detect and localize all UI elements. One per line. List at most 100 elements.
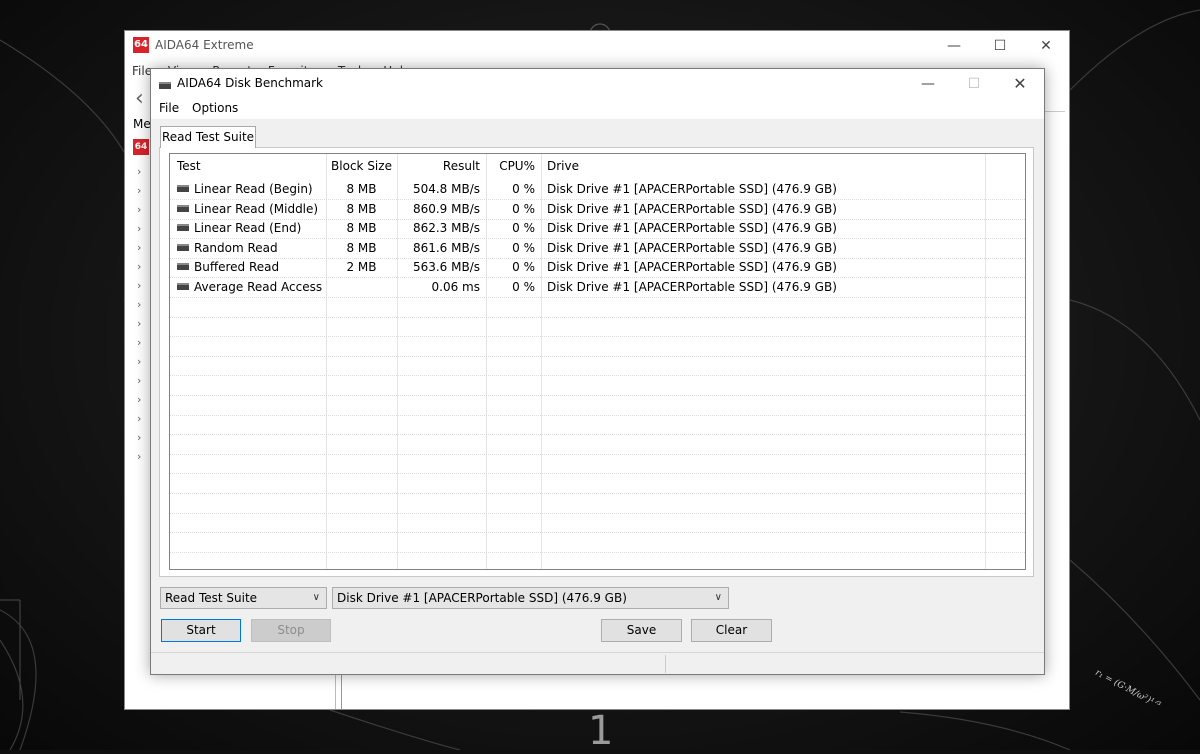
- row-block-size: 8 MB: [346, 201, 377, 216]
- row-result: 0.06 ms: [431, 280, 480, 294]
- column-header-cpu[interactable]: CPU%: [486, 154, 541, 179]
- bench-menu-options[interactable]: Options: [192, 101, 238, 115]
- test-suite-select-value: Read Test Suite: [165, 591, 258, 605]
- save-button[interactable]: Save: [601, 619, 682, 642]
- row-result: 504.8 MB/s: [412, 182, 480, 196]
- tree-expand-icon[interactable]: ›: [137, 393, 141, 406]
- tree-expand-icon[interactable]: ›: [137, 412, 141, 425]
- bench-window-title: AIDA64 Disk Benchmark: [177, 76, 324, 90]
- empty-row: [170, 356, 1025, 377]
- column-header-block-size[interactable]: Block Size: [326, 154, 397, 179]
- empty-row: [170, 513, 1025, 534]
- column-header-drive[interactable]: Drive: [541, 154, 985, 179]
- empty-row: [170, 337, 1025, 357]
- row-cpu: 0 %: [512, 221, 535, 236]
- status-separator: [665, 655, 666, 673]
- aida64-logo-icon: 64: [133, 37, 149, 53]
- results-table[interactable]: Test Block Size Result CPU% Drive Linear…: [169, 153, 1026, 570]
- table-row[interactable]: Linear Read (Begin) 8 MB 504.8 MB/s 0 % …: [170, 180, 1025, 200]
- main-window-title: AIDA64 Extreme: [155, 38, 254, 52]
- tree-expand-icon[interactable]: ›: [137, 317, 141, 330]
- row-result: 563.6 MB/s: [412, 260, 480, 275]
- tree-expand-icon[interactable]: ›: [137, 184, 141, 197]
- bench-menu-file[interactable]: File: [159, 101, 179, 115]
- row-cpu: 0 %: [512, 182, 535, 196]
- row-test: Linear Read (Middle): [194, 201, 319, 216]
- tree-expand-icon[interactable]: ›: [137, 222, 141, 235]
- column-header-test[interactable]: Test: [170, 154, 326, 179]
- table-row[interactable]: Random Read 8 MB 861.6 MB/s 0 % Disk Dri…: [170, 239, 1025, 259]
- test-suite-select[interactable]: Read Test Suite ∨: [160, 587, 327, 609]
- row-block-size: [326, 278, 397, 297]
- empty-row: [170, 474, 1025, 494]
- empty-row: [170, 435, 1025, 455]
- drive-select-value: Disk Drive #1 [APACERPortable SSD] (476.…: [337, 591, 627, 605]
- row-cpu: 0 %: [512, 201, 535, 216]
- row-drive: Disk Drive #1 [APACERPortable SSD] (476.…: [547, 280, 837, 294]
- tree-expand-icon[interactable]: ›: [137, 355, 141, 368]
- tree-expand-icon[interactable]: ›: [137, 260, 141, 273]
- tab-read-test-suite[interactable]: Read Test Suite: [160, 126, 256, 148]
- row-result: 861.6 MB/s: [412, 240, 480, 255]
- empty-row: [170, 454, 1025, 475]
- row-drive: Disk Drive #1 [APACERPortable SSD] (476.…: [547, 260, 837, 275]
- disk-drive-icon: [177, 224, 189, 232]
- bench-title-bar[interactable]: AIDA64 Disk Benchmark — ☐ ✕: [151, 69, 1044, 99]
- main-minimize-button[interactable]: —: [931, 31, 977, 61]
- tree-expand-icon[interactable]: ›: [137, 279, 141, 292]
- back-arrow-icon[interactable]: ‹: [135, 86, 144, 111]
- table-row[interactable]: Linear Read (End) 8 MB 862.3 MB/s 0 % Di…: [170, 219, 1025, 240]
- aida64-tree-root-icon[interactable]: 64: [133, 139, 149, 155]
- row-cpu: 0 %: [512, 240, 535, 255]
- empty-row: [170, 533, 1025, 553]
- tree-expand-icon[interactable]: ›: [137, 165, 141, 178]
- empty-row: [170, 317, 1025, 338]
- tree-expand-icon[interactable]: ›: [137, 374, 141, 387]
- tree-expand-icon[interactable]: ›: [137, 450, 141, 463]
- empty-row: [170, 494, 1025, 514]
- column-header-result[interactable]: Result: [397, 154, 486, 179]
- drive-select[interactable]: Disk Drive #1 [APACERPortable SSD] (476.…: [332, 587, 729, 609]
- row-drive: Disk Drive #1 [APACERPortable SSD] (476.…: [547, 221, 837, 236]
- empty-row: [170, 415, 1025, 436]
- main-close-button[interactable]: ✕: [1023, 31, 1069, 61]
- main-maximize-button[interactable]: ☐: [977, 31, 1023, 61]
- disk-drive-icon: [177, 204, 189, 212]
- status-bar: [151, 652, 1044, 675]
- main-title-bar[interactable]: 64 AIDA64 Extreme — ☐ ✕: [125, 31, 1069, 61]
- bench-maximize-button[interactable]: ☐: [951, 69, 997, 99]
- tree-expand-icon[interactable]: ›: [137, 431, 141, 444]
- desktop-number: 1: [588, 708, 614, 754]
- bench-minimize-button[interactable]: —: [905, 69, 951, 99]
- row-cpu: 0 %: [512, 280, 535, 294]
- bench-menubar: File Options: [151, 99, 1044, 119]
- disk-benchmark-window: AIDA64 Disk Benchmark — ☐ ✕ File Options…: [150, 68, 1045, 675]
- row-drive: Disk Drive #1 [APACERPortable SSD] (476.…: [547, 240, 837, 255]
- row-result: 860.9 MB/s: [412, 201, 480, 216]
- start-button[interactable]: Start: [161, 619, 241, 642]
- chevron-down-icon: ∨: [312, 592, 320, 603]
- row-test: Average Read Access: [194, 280, 323, 294]
- tree-expand-icon[interactable]: ›: [137, 203, 141, 216]
- table-row[interactable]: Linear Read (Middle) 8 MB 860.9 MB/s 0 %…: [170, 200, 1025, 220]
- clear-button[interactable]: Clear: [691, 619, 772, 642]
- sidebar-menu-tab[interactable]: Me: [133, 117, 151, 131]
- chevron-down-icon: ∨: [714, 592, 722, 603]
- stop-button[interactable]: Stop: [251, 619, 331, 642]
- tree-expand-icon[interactable]: ›: [137, 336, 141, 349]
- tree-expand-icon[interactable]: ›: [137, 298, 141, 311]
- table-header: Test Block Size Result CPU% Drive: [170, 154, 1025, 179]
- tree-expand-icon[interactable]: ›: [137, 241, 141, 254]
- row-block-size: 8 MB: [346, 221, 377, 236]
- disk-drive-icon: [177, 243, 189, 251]
- row-drive: Disk Drive #1 [APACERPortable SSD] (476.…: [547, 182, 837, 196]
- disk-drive-icon: [177, 185, 189, 192]
- empty-row: [170, 298, 1025, 318]
- table-row[interactable]: Buffered Read 2 MB 563.6 MB/s 0 % Disk D…: [170, 258, 1025, 279]
- row-cpu: 0 %: [512, 260, 535, 275]
- table-row[interactable]: Average Read Access 0.06 ms 0 % Disk Dri…: [170, 278, 1025, 298]
- row-block-size: 2 MB: [346, 260, 377, 275]
- disk-drive-icon: [177, 263, 189, 271]
- bench-close-button[interactable]: ✕: [997, 69, 1043, 99]
- row-result: 862.3 MB/s: [412, 221, 480, 236]
